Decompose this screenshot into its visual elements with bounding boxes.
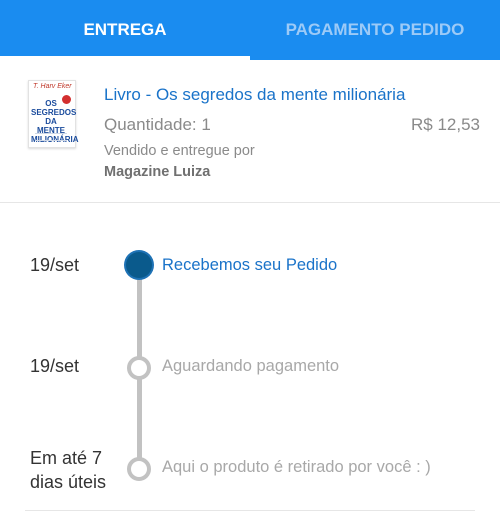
timeline-connector-2 bbox=[137, 378, 142, 458]
step-2-pending-icon bbox=[127, 356, 151, 380]
step-1-label: Recebemos seu Pedido bbox=[162, 256, 338, 274]
step-3-date-line1: Em até 7 bbox=[30, 448, 103, 468]
step-3-date-line2: dias úteis bbox=[30, 472, 107, 492]
step-1-date: 19/set bbox=[30, 255, 80, 275]
book-cover-image[interactable]: T. Harv Eker OS SEGREDOS DA MENTE MILION… bbox=[28, 80, 79, 148]
step-2-label: Aguardando pagamento bbox=[162, 357, 340, 375]
product-name-link[interactable]: Livro - Os segredos da mente milionária bbox=[104, 85, 405, 105]
book-cover-decoration bbox=[35, 133, 67, 141]
sold-by-label: Vendido e entregue por bbox=[104, 143, 255, 159]
tab-delivery[interactable]: ENTREGA bbox=[0, 0, 250, 60]
product-quantity: Quantidade: 1 bbox=[104, 115, 211, 134]
step-2-date: 19/set bbox=[30, 356, 80, 376]
timeline-connector-1 bbox=[137, 270, 142, 360]
product-price: R$ 12,53 bbox=[411, 115, 480, 134]
step-1-done-icon bbox=[126, 252, 152, 278]
tab-bar: ENTREGA PAGAMENTO PEDIDO bbox=[0, 0, 500, 60]
tab-payment[interactable]: PAGAMENTO PEDIDO bbox=[250, 0, 500, 60]
seller-name: Magazine Luiza bbox=[104, 164, 211, 180]
step-3-label: Aqui o produto é retirado por você : ) bbox=[162, 458, 431, 476]
product-card: T. Harv Eker OS SEGREDOS DA MENTE MILION… bbox=[0, 60, 500, 203]
book-cover-author: T. Harv Eker bbox=[33, 83, 72, 90]
bottom-divider bbox=[25, 510, 475, 511]
step-3-pending-icon bbox=[127, 457, 151, 481]
